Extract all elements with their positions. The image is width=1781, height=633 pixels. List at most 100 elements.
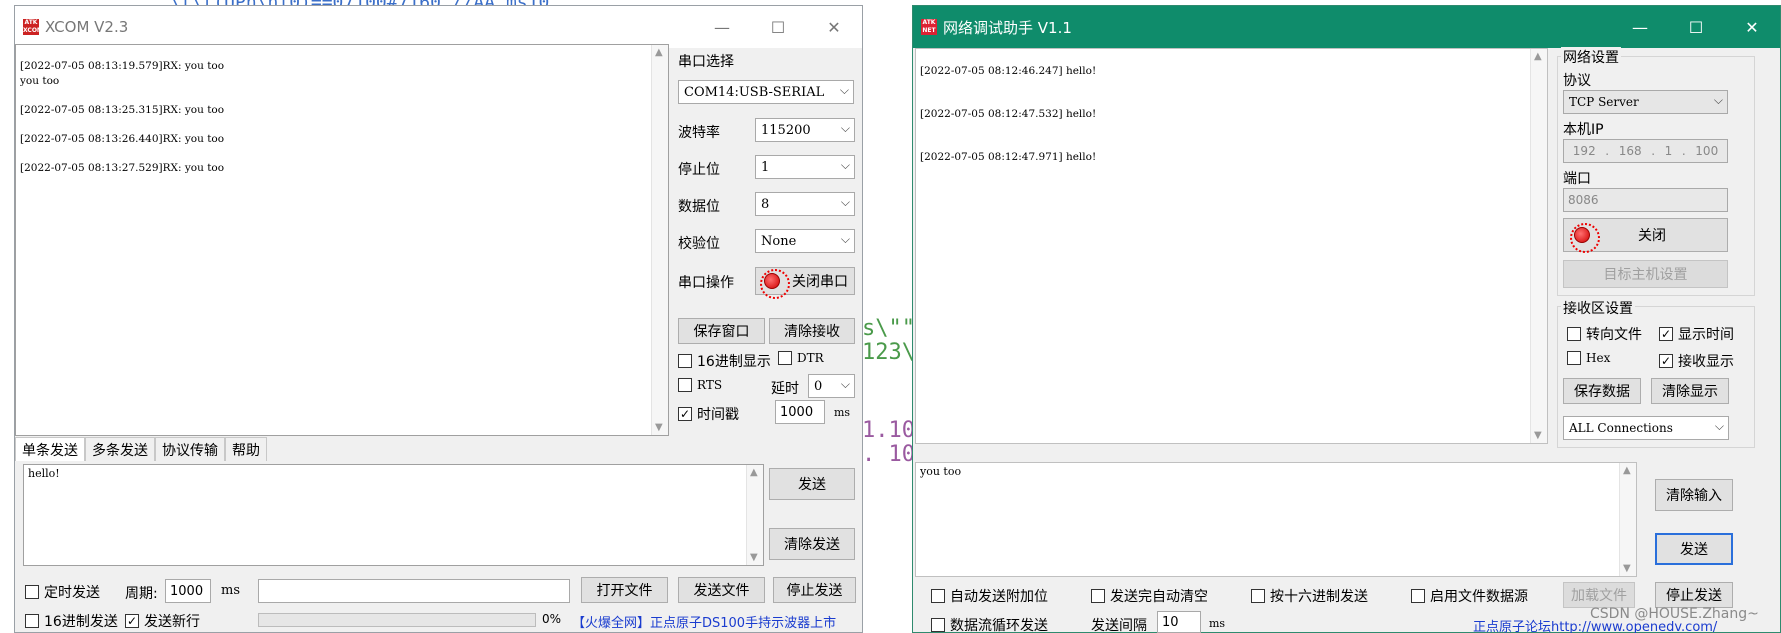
checkbox-box: [678, 378, 692, 392]
connect-toggle-button[interactable]: 关闭: [1563, 218, 1728, 253]
timestamp-checkbox[interactable]: ✓ 时间戳: [678, 404, 739, 424]
data-bits-value: 8: [761, 196, 770, 212]
checkbox-box: [25, 585, 39, 599]
port-op-label: 串口操作: [678, 275, 734, 291]
send-scrollbar[interactable]: ▲ ▼: [746, 465, 763, 565]
data-bits-select[interactable]: 8 ⌵: [755, 192, 855, 216]
maximize-button[interactable]: ☐: [750, 6, 806, 48]
period-label: 周期:: [125, 586, 158, 602]
delay-select[interactable]: 0 ⌵: [808, 374, 855, 398]
timestamp-unit: ms: [834, 406, 851, 419]
rx-display-checkbox[interactable]: ✓ 接收显示: [1659, 351, 1734, 371]
target-host-button[interactable]: 目标主机设置: [1563, 260, 1728, 288]
receive-scrollbar[interactable]: ▲ ▼: [651, 45, 668, 435]
file-source-checkbox[interactable]: 启用文件数据源: [1411, 586, 1528, 606]
close-button[interactable]: ✕: [1724, 6, 1780, 48]
rts-checkbox[interactable]: RTS: [678, 378, 722, 392]
stop-bits-value: 1: [761, 159, 770, 175]
ad-link[interactable]: 【火爆全网】正点原子DS100手持示波器上市: [572, 612, 836, 631]
parity-label: 校验位: [678, 236, 720, 252]
timestamp-input[interactable]: 1000: [775, 400, 825, 424]
netassist-titlebar: ATK NET 网络调试助手 V1.1 — ☐ ✕: [913, 6, 1780, 48]
stop-send-button[interactable]: 停止发送: [1655, 582, 1733, 608]
rx-display-label: 接收显示: [1678, 354, 1734, 370]
close-button[interactable]: ✕: [806, 6, 862, 48]
ip-dot: .: [1605, 144, 1610, 158]
loop-send-checkbox[interactable]: 数据流循环发送: [931, 615, 1048, 633]
dtr-checkbox[interactable]: DTR: [778, 351, 824, 365]
send-button[interactable]: 发送: [769, 468, 855, 500]
show-time-checkbox[interactable]: ✓ 显示时间: [1659, 324, 1734, 344]
port-label: 端口: [1563, 171, 1591, 187]
hex-send-checkbox[interactable]: 按十六进制发送: [1251, 586, 1368, 606]
clear-send-button[interactable]: 清除发送: [769, 528, 855, 560]
ip-octet: 168: [1618, 144, 1642, 158]
send-scrollbar[interactable]: ▲ ▼: [1619, 463, 1636, 576]
checkbox-box: [1567, 351, 1581, 365]
load-file-button[interactable]: 加载文件: [1563, 582, 1635, 608]
chevron-down-icon: ⌵: [1714, 419, 1724, 433]
minimize-button[interactable]: —: [1612, 6, 1668, 48]
baud-select[interactable]: 115200 ⌵: [755, 118, 855, 142]
auto-clear-checkbox[interactable]: 发送完自动清空: [1091, 586, 1208, 606]
clear-display-button[interactable]: 清除显示: [1651, 378, 1729, 404]
receive-line: you too: [20, 74, 60, 87]
receive-area[interactable]: [2022-07-05 08:13:19.579]RX: you too you …: [15, 44, 669, 436]
ip-octet: 100: [1695, 144, 1719, 158]
scroll-up-icon: ▲: [1623, 465, 1631, 476]
hex-checkbox[interactable]: Hex: [1567, 351, 1610, 365]
open-file-button[interactable]: 打开文件: [581, 577, 668, 603]
interval-unit: ms: [1209, 617, 1226, 630]
clear-receive-button[interactable]: 清除接收: [769, 318, 855, 344]
hex-display-checkbox[interactable]: 16进制显示: [678, 351, 771, 371]
data-bits-label: 数据位: [678, 199, 720, 215]
maximize-button[interactable]: ☐: [1668, 6, 1724, 48]
send-newline-checkbox[interactable]: ✓ 发送新行: [125, 611, 200, 631]
hex-send-checkbox[interactable]: 16进制发送: [25, 611, 118, 631]
ip-dot: .: [1681, 144, 1686, 158]
timestamp-label: 时间戳: [697, 407, 739, 423]
protocol-label: 协议: [1563, 73, 1591, 89]
send-file-button[interactable]: 发送文件: [678, 577, 765, 603]
hex-send-label: 按十六进制发送: [1270, 589, 1368, 605]
period-input[interactable]: 1000: [165, 579, 211, 603]
receive-scrollbar[interactable]: ▲ ▼: [1530, 49, 1547, 443]
interval-input[interactable]: 10: [1157, 611, 1201, 633]
checkbox-box: [778, 351, 792, 365]
checkbox-box: [931, 589, 945, 603]
close-port-button[interactable]: 关闭串口: [755, 267, 855, 299]
tab-multi-send[interactable]: 多条发送: [85, 437, 155, 461]
scroll-up-icon: ▲: [1534, 51, 1542, 62]
send-input[interactable]: you too ▲ ▼: [915, 462, 1637, 577]
redirect-file-checkbox[interactable]: 转向文件: [1567, 324, 1642, 344]
minimize-button[interactable]: —: [694, 6, 750, 48]
receive-area[interactable]: [2022-07-05 08:12:46.247] hello! [2022-07…: [915, 48, 1548, 444]
clear-input-button[interactable]: 清除输入: [1655, 479, 1733, 511]
file-path-input[interactable]: [258, 579, 570, 603]
save-window-button[interactable]: 保存窗口: [678, 318, 765, 344]
connect-toggle-label: 关闭: [1638, 228, 1666, 244]
baud-value: 115200: [761, 122, 811, 138]
window-title: 网络调试助手 V1.1: [943, 18, 1072, 37]
ip-octet: 192: [1572, 144, 1596, 158]
hex-display-label: 16进制显示: [697, 354, 771, 370]
send-input[interactable]: hello! ▲ ▼: [23, 464, 764, 566]
save-data-button[interactable]: 保存数据: [1563, 378, 1641, 404]
local-ip-input[interactable]: 192. 168. 1. 100: [1563, 139, 1728, 163]
send-button[interactable]: 发送: [1655, 533, 1733, 565]
progress-text: 0%: [542, 612, 562, 626]
port-select[interactable]: COM14:USB-SERIAL ⌵: [678, 80, 854, 104]
port-input[interactable]: 8086: [1563, 188, 1728, 212]
tab-single-send[interactable]: 单条发送: [15, 437, 85, 461]
connections-select[interactable]: ALL Connections ⌵: [1563, 416, 1729, 440]
tab-help[interactable]: 帮助: [225, 437, 267, 461]
stop-bits-select[interactable]: 1 ⌵: [755, 155, 855, 179]
parity-select[interactable]: None ⌵: [755, 229, 855, 253]
auto-check-checkbox[interactable]: 自动发送附加位: [931, 586, 1048, 606]
timed-send-checkbox[interactable]: 定时发送: [25, 582, 100, 602]
tab-protocol[interactable]: 协议传输: [155, 437, 225, 461]
atk-logo-icon: ATK XCOM: [23, 19, 43, 35]
stop-send-button[interactable]: 停止发送: [773, 577, 856, 603]
protocol-select[interactable]: TCP Server ⌵: [1563, 90, 1728, 114]
checkbox-box: ✓: [125, 614, 139, 628]
